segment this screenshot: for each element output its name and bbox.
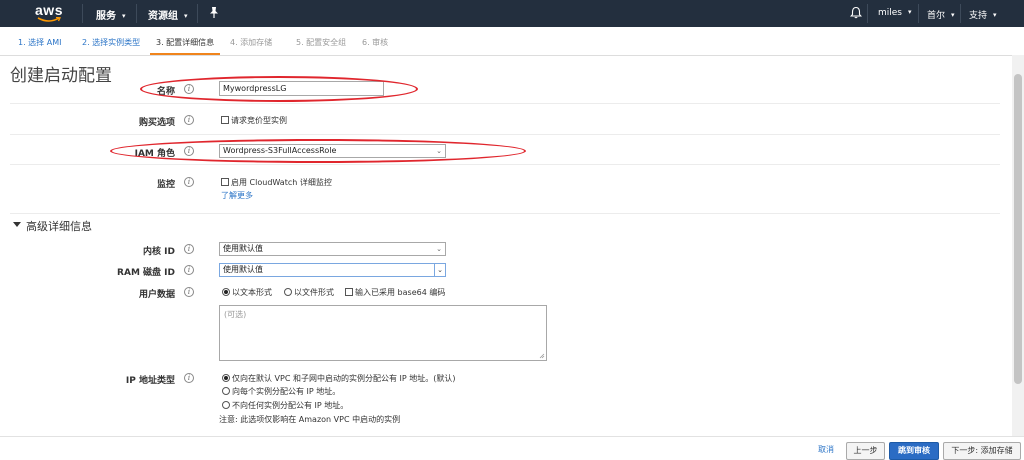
ramdisk-id-label: RAM 磁盘 ID [117, 268, 175, 278]
ip-every-instance-radio[interactable] [222, 387, 230, 395]
steps-divider [0, 55, 1024, 56]
aws-logo[interactable]: aws [34, 2, 64, 24]
info-icon[interactable]: i [184, 244, 194, 254]
step-add-storage: 4. 添加存储 [230, 38, 273, 47]
chevron-down-icon: ▾ [184, 12, 188, 20]
user-data-as-text-label: 以文本形式 [232, 288, 272, 297]
step-choose-ami[interactable]: 1. 选择 AMI [18, 37, 61, 48]
learn-more-link[interactable]: 了解更多 [221, 190, 253, 201]
spot-instance-checkbox[interactable] [221, 116, 229, 124]
nav-divider [136, 4, 137, 23]
kernel-id-select-value: 使用默认值 [223, 244, 263, 253]
caret-down-icon[interactable] [13, 222, 21, 227]
info-icon[interactable]: i [184, 177, 194, 187]
region-menu[interactable]: 首尔 ▾ [927, 8, 955, 21]
account-menu[interactable]: miles ▾ [878, 8, 912, 18]
vertical-scrollbar-thumb[interactable] [1014, 74, 1022, 384]
pushpin-icon[interactable] [208, 6, 220, 19]
nav-divider [82, 4, 83, 23]
kernel-id-label: 内核 ID [143, 247, 175, 257]
cancel-button[interactable]: 取消 [808, 442, 844, 460]
nav-divider [918, 4, 919, 23]
user-data-placeholder: (可选) [224, 310, 247, 319]
next-add-storage-button[interactable]: 下一步: 添加存储 [943, 442, 1021, 460]
monitoring-label: 监控 [156, 180, 175, 190]
base64-encoded-label: 输入已采用 base64 编码 [355, 288, 446, 297]
info-icon[interactable]: i [184, 115, 194, 125]
ramdisk-id-select-value: 使用默认值 [223, 265, 263, 274]
chevron-down-icon: ▾ [993, 11, 997, 19]
ip-no-instance-radio[interactable] [222, 401, 230, 409]
services-menu-label: 服务 [96, 11, 116, 22]
step-choose-instance-type[interactable]: 2. 选择实例类型 [82, 37, 140, 48]
ip-default-vpc-radio[interactable] [222, 374, 230, 382]
user-data-as-file-label: 以文件形式 [294, 288, 334, 297]
purchase-option-label: 购买选项 [138, 118, 175, 128]
skip-to-review-button[interactable]: 跳到审核 [889, 442, 939, 460]
wizard-steps: 1. 选择 AMI 2. 选择实例类型 3. 配置详细信息 4. 添加存储 5.… [0, 27, 1024, 55]
region-menu-label: 首尔 [927, 11, 946, 21]
resize-grip-icon[interactable] [539, 353, 545, 359]
row-divider [10, 134, 1000, 135]
info-icon[interactable]: i [184, 373, 194, 383]
step-configure-security-group: 5. 配置安全组 [296, 38, 347, 47]
chevron-down-icon: ▾ [122, 12, 126, 20]
user-data-label: 用户数据 [138, 290, 175, 300]
advanced-details-toggle[interactable]: 高级详细信息 [26, 218, 92, 234]
ip-no-instance-label: 不向任何实例分配公有 IP 地址。 [232, 401, 349, 410]
ip-every-instance-label: 向每个实例分配公有 IP 地址。 [232, 387, 341, 396]
support-menu[interactable]: 支持 ▾ [969, 8, 997, 21]
chevron-down-icon: ⌄ [436, 245, 442, 253]
user-data-textarea[interactable]: (可选) [219, 305, 547, 361]
info-icon[interactable]: i [184, 265, 194, 275]
info-icon[interactable]: i [184, 287, 194, 297]
step-review: 6. 审核 [362, 38, 389, 47]
page-title: 创建启动配置 [10, 66, 112, 86]
vpc-note: 注意: 此选项仅影响在 Amazon VPC 中启动的实例 [219, 415, 401, 424]
cloudwatch-monitoring-checkbox-label: 启用 CloudWatch 详细监控 [231, 178, 332, 187]
nav-divider [867, 4, 868, 23]
user-data-as-text-radio[interactable] [222, 288, 230, 296]
step-configure-details: 3. 配置详细信息 [156, 38, 215, 47]
section-divider [10, 213, 1000, 214]
services-menu[interactable]: 服务 ▾ [96, 7, 126, 22]
aws-smile-icon [37, 17, 61, 22]
ip-address-type-label: IP 地址类型 [125, 376, 175, 386]
highlight-ellipse-iam-role [110, 139, 526, 163]
chevron-down-icon: ⌄ [434, 264, 445, 276]
resource-groups-label: 资源组 [148, 11, 178, 22]
account-menu-label: miles [878, 8, 902, 18]
base64-encoded-checkbox[interactable] [345, 288, 353, 296]
ip-default-vpc-label: 仅向在默认 VPC 和子网中启动的实例分配公有 IP 地址。(默认) [232, 374, 456, 383]
spot-instance-checkbox-label: 请求竞价型实例 [231, 116, 287, 125]
kernel-id-select[interactable]: 使用默认值 ⌄ [219, 242, 446, 256]
chevron-down-icon: ▾ [908, 8, 912, 16]
bell-icon[interactable] [850, 6, 862, 19]
cloudwatch-monitoring-checkbox[interactable] [221, 178, 229, 186]
ramdisk-id-select[interactable]: 使用默认值 ⌄ [219, 263, 446, 277]
highlight-ellipse-name [140, 76, 418, 102]
row-divider [10, 164, 1000, 165]
nav-divider [197, 4, 198, 23]
previous-button[interactable]: 上一步 [846, 442, 885, 460]
aws-logo-text: aws [35, 2, 63, 18]
row-divider [10, 103, 1000, 104]
top-navigation-bar: aws 服务 ▾ 资源组 ▾ miles ▾ 首尔 ▾ 支持 ▾ [0, 0, 1024, 27]
support-menu-label: 支持 [969, 11, 988, 21]
user-data-as-file-radio[interactable] [284, 288, 292, 296]
resource-groups-menu[interactable]: 资源组 ▾ [148, 7, 188, 22]
nav-divider [960, 4, 961, 23]
chevron-down-icon: ▾ [951, 11, 955, 19]
